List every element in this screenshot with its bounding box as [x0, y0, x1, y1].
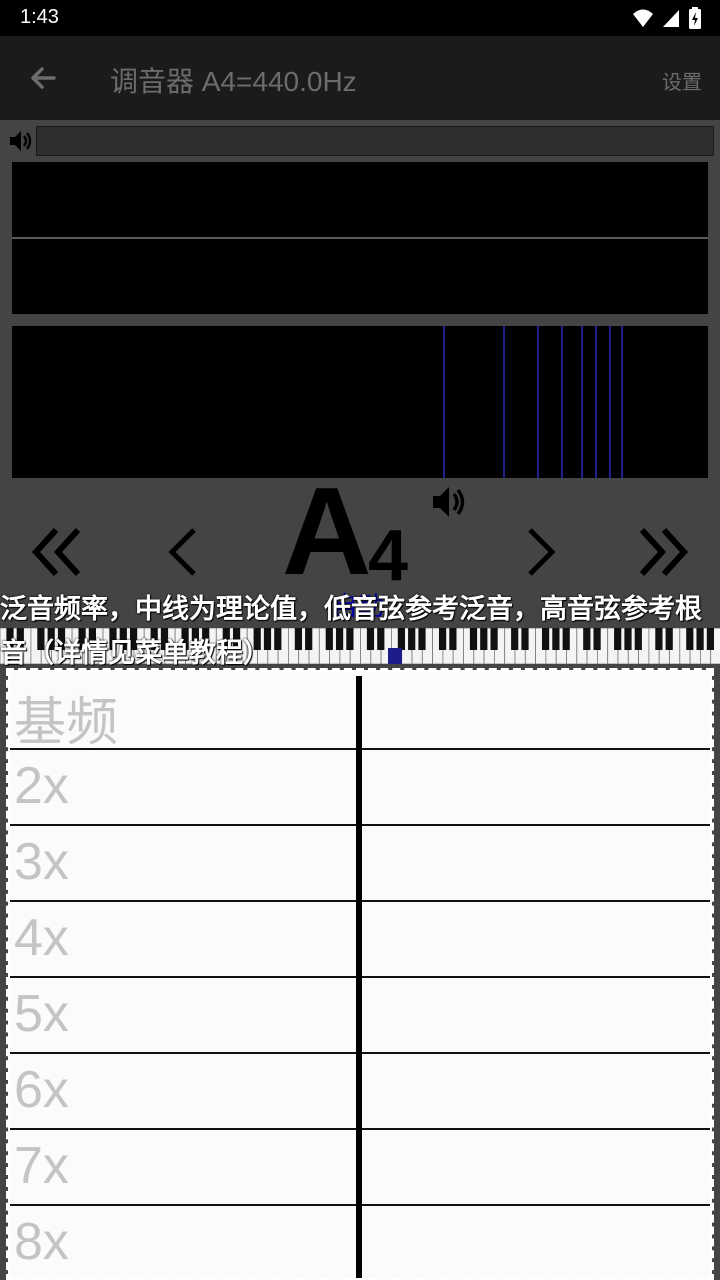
- waveform-centerline: [12, 237, 708, 239]
- double-chevron-right-icon[interactable]: [630, 520, 690, 584]
- harmonic-row-label: 4x: [14, 909, 69, 967]
- settings-button[interactable]: 设置: [662, 66, 702, 95]
- waveform-panel: [12, 162, 708, 314]
- double-chevron-left-icon[interactable]: [30, 520, 90, 584]
- harmonic-row-label: 7x: [14, 1137, 69, 1195]
- harmonic-row-label: 8x: [14, 1213, 69, 1271]
- harmonic-row-label: 5x: [14, 985, 69, 1043]
- tuner-screen: 1:43 调音器 A4=440.0Hz 设置 A 4 自动 泛音频率，中线为理论…: [0, 0, 720, 1280]
- spectrum-panel: [12, 326, 708, 478]
- wifi-icon: [633, 9, 653, 27]
- volume-bar[interactable]: [36, 126, 714, 156]
- page-title: 调音器 A4=440.0Hz: [110, 66, 357, 97]
- spectrum-peaks: [443, 326, 623, 478]
- status-icons: [632, 7, 702, 29]
- detected-note-letter: A: [282, 463, 372, 601]
- speaker-icon[interactable]: [8, 128, 34, 154]
- harmonic-row-label: 基频: [14, 694, 119, 752]
- back-arrow-icon[interactable]: [24, 58, 64, 98]
- cell-signal-icon: [663, 10, 679, 27]
- status-time: 1:43: [20, 6, 59, 28]
- harmonic-row-label: 3x: [14, 833, 69, 891]
- harmonic-row-label: 6x: [14, 1061, 69, 1119]
- status-bar: 1:43: [0, 0, 720, 36]
- theoretical-center-line: [356, 676, 362, 1280]
- chevron-left-icon[interactable]: [158, 520, 218, 584]
- harmonic-row-label: 2x: [14, 757, 69, 815]
- overtone-hint-text: 泛音频率，中线为理论值，低音弦参考泛音，高音弦参考根音（详情见菜单教程）: [0, 594, 702, 669]
- chevron-right-icon[interactable]: [512, 520, 572, 584]
- detected-note-octave: 4: [368, 516, 409, 596]
- app-toolbar: 调音器 A4=440.0Hz 设置: [0, 36, 720, 120]
- play-reference-speaker-icon[interactable]: [430, 482, 470, 522]
- battery-icon: [689, 7, 701, 29]
